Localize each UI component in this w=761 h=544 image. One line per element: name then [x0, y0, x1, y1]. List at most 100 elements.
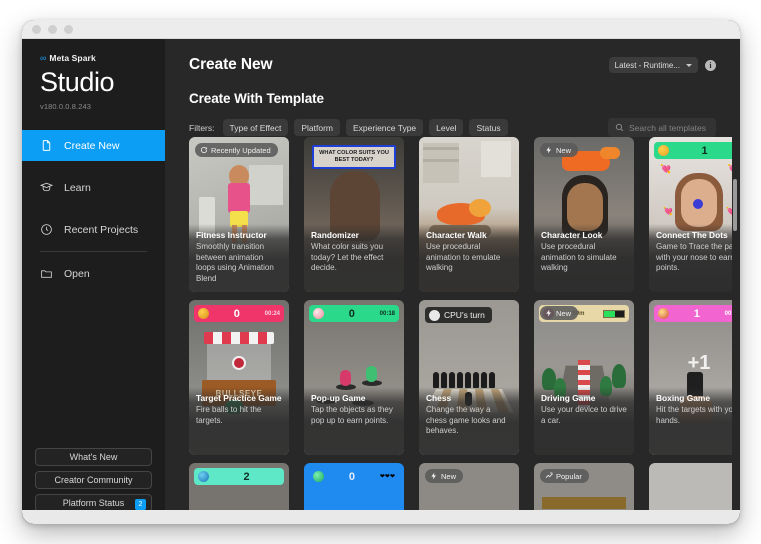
template-card-chess[interactable]: CPU's turn Chess Change the way a chess …: [419, 300, 519, 455]
hearts-display: ❤❤❤: [380, 473, 395, 480]
sidebar-item-open[interactable]: Open: [22, 258, 165, 289]
sidebar-item-label: Create New: [64, 140, 119, 152]
sidebar-item-learn[interactable]: Learn: [22, 172, 165, 203]
filter-chip-platform[interactable]: Platform: [294, 119, 340, 136]
card-title: Character Look: [541, 230, 627, 241]
info-icon[interactable]: i: [705, 60, 716, 71]
window-titlebar: [22, 20, 740, 39]
hud-time: 00:18: [380, 311, 395, 317]
template-card-boxing-game[interactable]: +1 1 00:29 Boxing Game Hi: [649, 300, 732, 455]
card-text: Boxing Game Hit the targets with your ha…: [649, 387, 732, 455]
card-description: Fire balls to hit the targets.: [196, 405, 282, 426]
coin-icon: [198, 471, 209, 482]
card-text: Fitness Instructor Smoothly transition b…: [189, 224, 289, 292]
filter-chip-status[interactable]: Status: [469, 119, 507, 136]
filters-row: Filters: Type of Effect Platform Experie…: [189, 119, 716, 136]
card-title: Connect The Dots: [656, 230, 732, 241]
card-title: Pop-up Game: [311, 393, 397, 404]
template-card-driving-game[interactable]: 09m New: [534, 300, 634, 455]
hud-bar: 2: [194, 468, 284, 485]
platform-status-label: Platform Status: [63, 498, 125, 508]
whats-new-button[interactable]: What's New: [35, 448, 152, 466]
template-card-popup-game[interactable]: 0 00:18 Pop-up Game Tap the objects as t…: [304, 300, 404, 455]
window-bottom-edge: [22, 510, 740, 524]
card-text: Character Look Use procedural animation …: [534, 224, 634, 292]
hud-score: 0: [328, 308, 376, 320]
card-text: Character Walk Use procedural animation …: [419, 224, 519, 292]
page-title: Create New: [189, 56, 272, 74]
app-window: ∞ Meta Spark Studio v180.0.0.8.243 Creat…: [22, 20, 740, 524]
search-input[interactable]: Search all templates: [608, 118, 716, 137]
hud-time: 00:29: [725, 311, 732, 317]
creator-community-button[interactable]: Creator Community: [35, 471, 152, 489]
card-description: Smoothly transition between animation lo…: [196, 242, 282, 284]
sidebar-item-label: Open: [64, 268, 90, 280]
minimize-button[interactable]: [48, 25, 57, 34]
card-description: Hit the targets with your hands.: [656, 405, 732, 426]
card-title: Character Walk: [426, 230, 512, 241]
card-text: Target Practice Game Fire balls to hit t…: [189, 387, 289, 455]
close-button[interactable]: [32, 25, 41, 34]
spark-icon: [545, 146, 553, 154]
coin-icon: [313, 471, 324, 482]
sidebar-item-recent-projects[interactable]: Recent Projects: [22, 214, 165, 245]
template-grid: Recently Updated Fitness Instructor Smoo…: [189, 137, 732, 524]
hud-score: 0: [213, 308, 261, 320]
template-card-connect-the-dots[interactable]: 💘 💘 💘 💘 1: [649, 137, 732, 292]
template-grid-scroll-area: Recently Updated Fitness Instructor Smoo…: [189, 137, 732, 524]
runtime-select[interactable]: Latest - Runtime...: [609, 57, 698, 73]
filter-chip-experience-type[interactable]: Experience Type: [346, 119, 423, 136]
template-card-character-look[interactable]: New Character Look Use procedural animat…: [534, 137, 634, 292]
card-description: Change the way a chess game looks and be…: [426, 405, 512, 437]
maximize-button[interactable]: [64, 25, 73, 34]
hud-bar: 1 00:29: [654, 305, 732, 322]
template-card-target-practice-game[interactable]: BULLSEYE 0 00:24 Target Practice Game: [189, 300, 289, 455]
card-badge-new: New: [540, 143, 578, 157]
main-header: Create New Latest - Runtime... i Create …: [165, 39, 740, 136]
card-title: Boxing Game: [656, 393, 732, 404]
runtime-controls: Latest - Runtime... i: [609, 57, 716, 73]
card-badge-label: New: [556, 146, 571, 155]
filter-chip-level[interactable]: Level: [429, 119, 463, 136]
card-description: Tap the objects as they pop up to earn p…: [311, 405, 397, 426]
avatar: [429, 310, 440, 321]
nav-spacer-2: [22, 203, 165, 214]
card-text: Driving Game Use your device to drive a …: [534, 387, 634, 455]
window-body: ∞ Meta Spark Studio v180.0.0.8.243 Creat…: [22, 39, 740, 524]
screenshot-root: ∞ Meta Spark Studio v180.0.0.8.243 Creat…: [0, 0, 761, 544]
filters-label: Filters:: [189, 123, 215, 133]
filter-chip-type-of-effect[interactable]: Type of Effect: [223, 119, 289, 136]
hud-score: 1: [673, 308, 721, 320]
card-badge-label: Recently Updated: [211, 146, 271, 155]
graduation-cap-icon: [40, 181, 53, 194]
nav-spacer-1: [22, 161, 165, 172]
card-description: What color suits you today? Let the effe…: [311, 242, 397, 274]
brand-row: ∞ Meta Spark: [40, 53, 165, 63]
content-scrollbar[interactable]: [733, 179, 737, 524]
sidebar-item-create-new[interactable]: Create New: [22, 130, 165, 161]
refresh-icon: [200, 146, 208, 154]
card-badge-recently-updated: Recently Updated: [195, 143, 278, 157]
scrollbar-thumb[interactable]: [733, 179, 737, 231]
template-card-character-walk[interactable]: Character Walk Use procedural animation …: [419, 137, 519, 292]
template-card-randomizer[interactable]: WHAT COLOR SUITS YOU BEST TODAY? Randomi…: [304, 137, 404, 292]
coin-icon: [313, 308, 324, 319]
card-description: Game to Trace the path with your nose to…: [656, 242, 732, 274]
main-content: Create New Latest - Runtime... i Create …: [165, 39, 740, 524]
card-title: Randomizer: [311, 230, 397, 241]
sidebar-item-label: Recent Projects: [64, 224, 138, 236]
brand-block: ∞ Meta Spark Studio v180.0.0.8.243: [22, 39, 165, 111]
card-badge-new: New: [540, 306, 578, 320]
card-badge-label: Popular: [556, 472, 582, 481]
document-icon: [40, 139, 53, 152]
hud-score: 0: [328, 471, 376, 483]
coin-icon: [198, 308, 209, 319]
app-version: v180.0.0.8.243: [40, 102, 165, 111]
hud-bar: 1: [654, 142, 732, 159]
hud-bar: 0 00:18: [309, 305, 399, 322]
infinity-logo-icon: ∞: [40, 53, 45, 63]
template-card-fitness-instructor[interactable]: Recently Updated Fitness Instructor Smoo…: [189, 137, 289, 292]
sidebar-divider: [40, 251, 147, 252]
trend-up-icon: [545, 472, 553, 480]
spark-icon: [430, 472, 438, 480]
